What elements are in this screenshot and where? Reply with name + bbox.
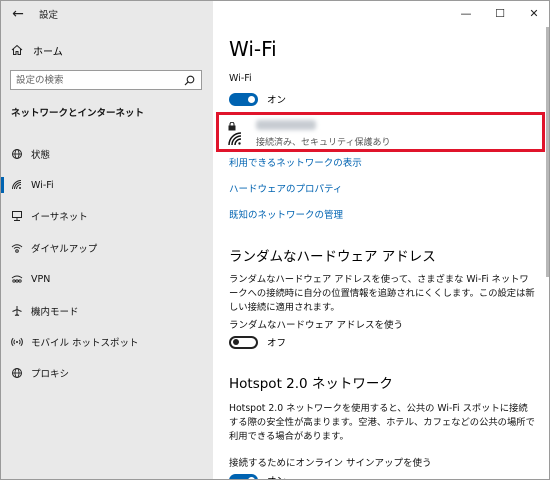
hotspot-description: Hotspot 2.0 ネットワークを使用すると、公共の Wi-Fi スポットに… (229, 403, 535, 442)
sidebar: ← 設定 ホーム ネットワークとインターネット 状態 (1, 1, 213, 479)
home-label: ホーム (33, 46, 63, 58)
sidebar-item-proxy[interactable]: プロキシ (1, 358, 213, 389)
back-arrow-icon: ← (12, 6, 24, 22)
wifi-toggle-state: オン (267, 95, 287, 106)
random-hw-toggle-row: オフ (229, 335, 286, 349)
sidebar-item-label: ダイヤルアップ (31, 243, 98, 255)
sidebar-item-label: 状態 (31, 149, 51, 161)
connected-network-item[interactable]: 接続済み、セキュリティ保護あり (216, 112, 545, 152)
random-hw-description: ランダムなハードウェア アドレスを使って、さまざまな Wi-Fi ネットワークへ… (229, 274, 535, 313)
scrollbar[interactable] (546, 27, 549, 277)
sidebar-item-home[interactable]: ホーム (1, 39, 213, 61)
search-box (10, 70, 202, 90)
home-icon (1, 44, 33, 56)
main-panel: — ☐ ✕ Wi-Fi Wi-Fi オン 接続済み、セキュリティ保護あり 利用で… (213, 1, 549, 479)
sidebar-item-ethernet[interactable]: イーサネット (1, 201, 213, 232)
sidebar-item-wifi[interactable]: Wi-Fi (1, 169, 213, 200)
manage-known-networks-link[interactable]: 既知のネットワークの管理 (229, 207, 343, 221)
wifi-toggle[interactable] (229, 92, 258, 106)
random-hw-heading: ランダムなハードウェア アドレス (229, 249, 436, 265)
wifi-icon (1, 179, 31, 191)
toggle-knob (233, 339, 239, 345)
random-hw-toggle[interactable] (229, 335, 258, 349)
hotspot-icon (1, 336, 31, 348)
sidebar-item-dialup[interactable]: ダイヤルアップ (1, 232, 213, 263)
back-button[interactable]: ← (1, 1, 35, 27)
toggle-knob (248, 95, 255, 103)
hardware-properties-link[interactable]: ハードウェアのプロパティ (229, 181, 342, 195)
maximize-button[interactable]: ☐ (483, 1, 517, 25)
sidebar-item-airplane[interactable]: 機内モード (1, 295, 213, 326)
ethernet-icon (1, 210, 31, 222)
globe-status-icon (1, 148, 31, 160)
network-status: 接続済み、セキュリティ保護あり (256, 138, 391, 148)
window-controls: — ☐ ✕ (449, 1, 549, 25)
search-icon[interactable] (177, 75, 201, 86)
sidebar-item-label: モバイル ホットスポット (31, 338, 139, 350)
random-hw-toggle-state: オフ (267, 338, 287, 349)
page-title: Wi-Fi (229, 37, 277, 61)
sidebar-item-status[interactable]: 状態 (1, 138, 213, 169)
hotspot-toggle[interactable] (229, 473, 258, 479)
wifi-toggle-row: オン (229, 92, 286, 106)
title-bar: ← 設定 (1, 1, 213, 27)
vpn-icon (1, 273, 31, 285)
settings-window: ← 設定 ホーム ネットワークとインターネット 状態 (0, 0, 550, 480)
hotspot-toggle-state: オン (267, 473, 286, 479)
hotspot-toggle-row: オン (229, 473, 286, 479)
sidebar-item-label: Wi-Fi (31, 179, 54, 191)
sidebar-nav: 状態 Wi-Fi イーサネット ダイヤルアップ VPN 機内モード モバイル ホ… (1, 138, 213, 389)
network-name (256, 120, 316, 130)
wifi-label: Wi-Fi (229, 73, 252, 84)
hotspot-heading: Hotspot 2.0 ネットワーク (229, 376, 393, 392)
toggle-knob (248, 476, 255, 479)
random-hw-toggle-label: ランダムなハードウェア アドレスを使う (229, 320, 404, 331)
close-button[interactable]: ✕ (517, 1, 549, 25)
section-title: ネットワークとインターネット (11, 108, 145, 119)
search-input[interactable] (11, 71, 177, 89)
globe-icon (1, 367, 31, 379)
app-title: 設定 (39, 10, 59, 21)
airplane-icon (1, 305, 31, 317)
sidebar-item-label: プロキシ (31, 369, 70, 381)
sidebar-item-label: VPN (31, 273, 51, 285)
sidebar-item-vpn[interactable]: VPN (1, 264, 213, 295)
sidebar-item-label: 機内モード (31, 306, 79, 318)
show-available-networks-link[interactable]: 利用できるネットワークの表示 (229, 155, 362, 169)
sidebar-item-label: イーサネット (31, 212, 88, 224)
wifi-signal-icon (228, 132, 242, 149)
dialup-icon (1, 242, 31, 254)
hotspot-toggle-label: 接続するためにオンライン サインアップを使う (229, 458, 432, 469)
sidebar-item-hotspot[interactable]: モバイル ホットスポット (1, 326, 213, 357)
minimize-button[interactable]: — (449, 1, 483, 25)
